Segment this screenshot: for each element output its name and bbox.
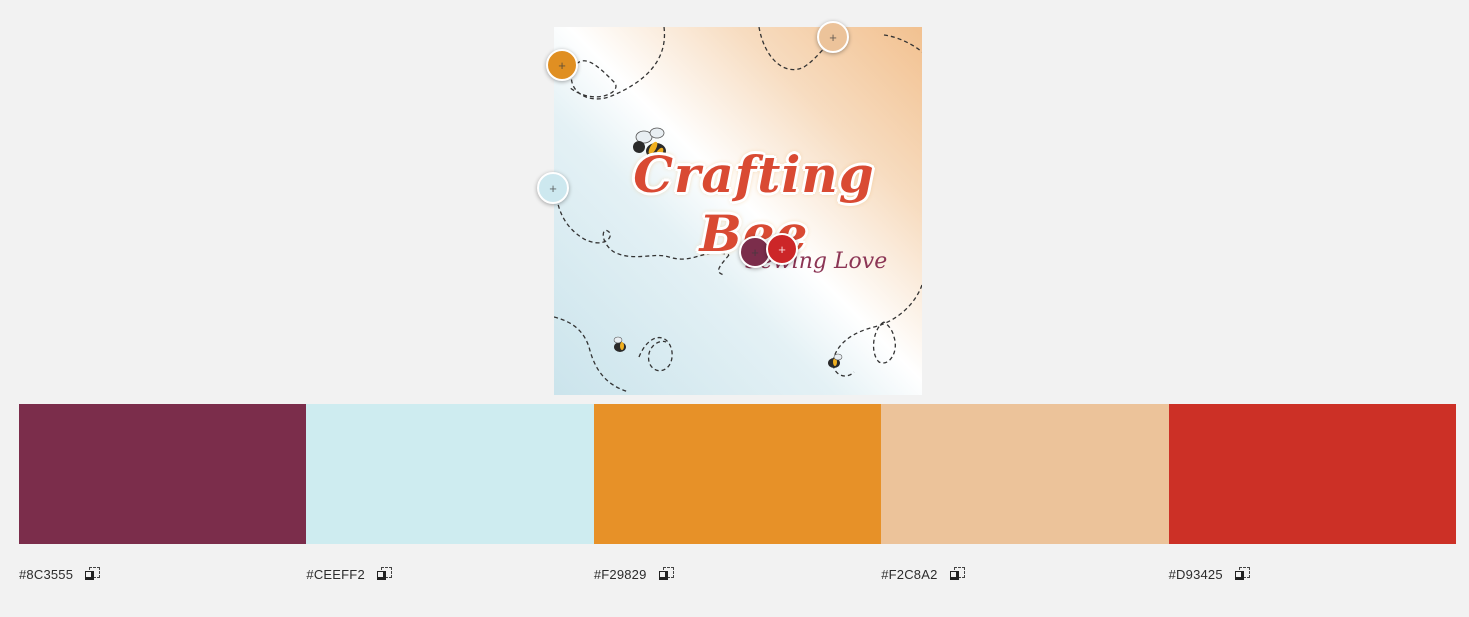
hex-label-cell: #CEEFF2 [306,562,593,586]
plus-icon: + [829,29,837,45]
hex-label-cell: #F29829 [594,562,881,586]
hex-label-cell: #F2C8A2 [881,562,1168,586]
copy-icon[interactable] [1234,566,1250,582]
plus-icon: + [558,57,566,73]
copy-icon[interactable] [376,566,392,582]
color-theme-extractor: Crafting Bee Sewing Love + + + + + #8C35… [0,0,1469,617]
hex-labels-row: #8C3555 #CEEFF2 #F29829 #F2C8A2 #D93425 [19,562,1456,586]
plus-icon: + [751,244,759,260]
swatch-4[interactable] [881,404,1169,544]
swatch-2[interactable] [306,404,594,544]
swatch-row [19,404,1457,544]
hex-label-cell: #8C3555 [19,562,306,586]
hex-value: #8C3555 [19,566,74,582]
bee-small-right [828,353,843,368]
copy-icon[interactable] [658,566,674,582]
hex-value: #F29829 [593,566,647,582]
picker-light-blue[interactable]: + [537,172,569,204]
hex-label-cell: #D93425 [1169,562,1456,586]
hex-value: #D93425 [1168,566,1223,582]
picker-peach[interactable]: + [817,21,849,53]
copy-icon[interactable] [949,566,965,582]
swatch-3[interactable] [593,404,882,544]
plus-icon: + [549,180,557,196]
swatch-1[interactable] [19,404,307,544]
picker-orange[interactable]: + [546,49,578,81]
plus-icon: + [778,241,786,257]
picker-red[interactable]: + [766,233,798,265]
source-image: Crafting Bee Sewing Love [554,27,922,395]
hex-value: #F2C8A2 [881,566,938,582]
copy-icon[interactable] [85,566,101,582]
swatch-5[interactable] [1168,404,1457,544]
bee-small-left [613,336,626,352]
hex-value: #CEEFF2 [306,566,365,582]
